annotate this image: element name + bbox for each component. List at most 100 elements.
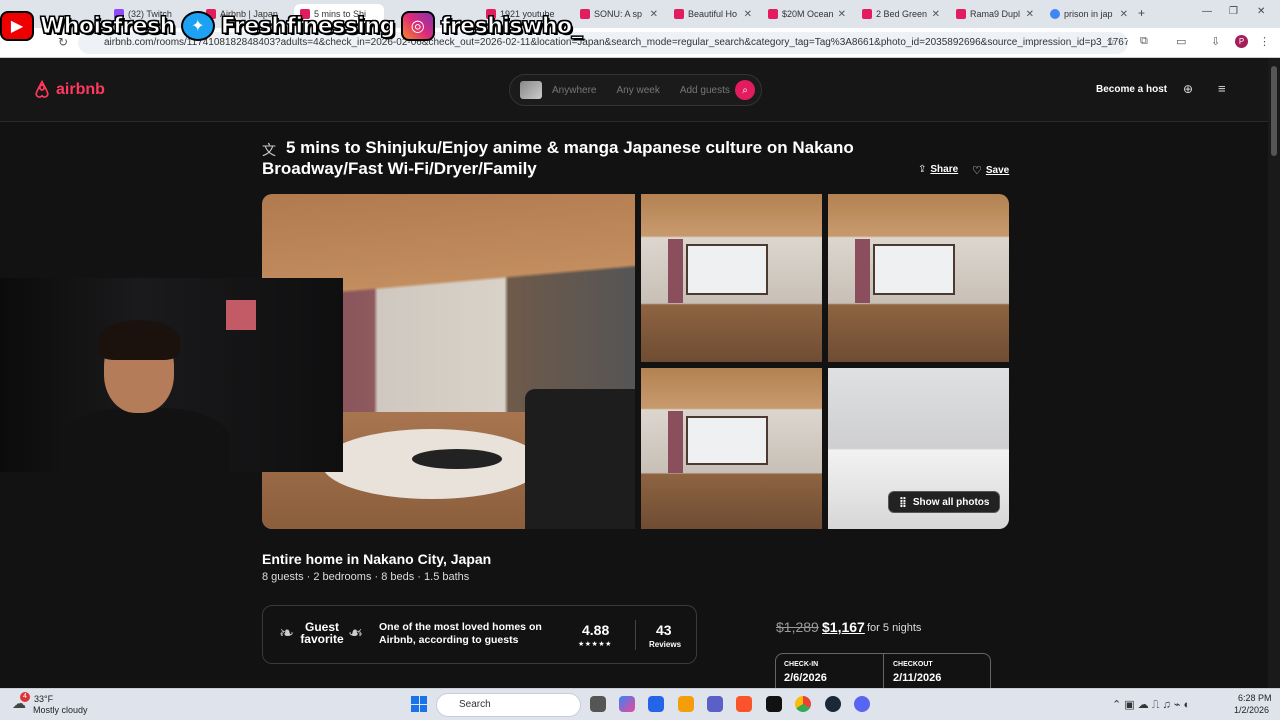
minimize-icon[interactable]: — bbox=[1202, 6, 1212, 17]
listing-photo-2[interactable] bbox=[641, 194, 822, 362]
tab-beautiful-home[interactable]: Beautiful Ho ✕ bbox=[668, 4, 758, 24]
obs-icon[interactable] bbox=[766, 696, 782, 712]
become-host-link[interactable]: Become a host bbox=[1096, 84, 1167, 95]
copilot-icon[interactable] bbox=[619, 696, 635, 712]
search-where[interactable]: Anywhere bbox=[542, 85, 606, 96]
youtube-icon: ▶ bbox=[0, 11, 34, 41]
extensions-icon[interactable]: ⧉ bbox=[1140, 35, 1148, 48]
taskbar-search[interactable]: Search bbox=[436, 693, 581, 717]
search-when[interactable]: Any week bbox=[606, 85, 669, 96]
weather-temp[interactable]: 33°F bbox=[34, 694, 53, 704]
google-favicon-icon bbox=[1050, 9, 1060, 19]
scrollbar-thumb[interactable] bbox=[1271, 66, 1277, 156]
twitter-handle: Freshfinessing bbox=[220, 13, 395, 39]
divider bbox=[635, 620, 636, 650]
tab-prison[interactable]: prison in jap ✕ bbox=[1044, 4, 1134, 24]
checkin-value[interactable]: 2/6/2026 bbox=[784, 672, 827, 684]
file-explorer-icon[interactable] bbox=[678, 696, 694, 712]
webcam-overlay bbox=[0, 278, 343, 472]
tab-rama9[interactable]: Rama9 Dupl ✕ bbox=[950, 4, 1040, 24]
close-tab-icon[interactable]: ✕ bbox=[650, 9, 658, 20]
close-tab-icon[interactable]: ✕ bbox=[744, 9, 752, 20]
airbnb-favicon-icon bbox=[862, 9, 872, 19]
airbnb-logo[interactable]: airbnb bbox=[32, 80, 105, 100]
reviews-label[interactable]: Reviews bbox=[649, 640, 681, 649]
start-button[interactable] bbox=[411, 696, 427, 712]
chrome-icon[interactable] bbox=[795, 696, 811, 712]
weather-desc[interactable]: Mostly cloudy bbox=[33, 705, 88, 715]
twitter-icon: ✦ bbox=[180, 11, 215, 41]
hamburger-menu-icon[interactable]: ≡ bbox=[1218, 81, 1226, 96]
bookmark-star-icon[interactable]: ☆ bbox=[1106, 35, 1116, 48]
save-button[interactable]: ♡ Save bbox=[972, 164, 1009, 177]
clock-date[interactable]: 1/2/2026 bbox=[1234, 705, 1269, 715]
close-tab-icon[interactable]: ✕ bbox=[1026, 9, 1034, 20]
dates-picker[interactable]: CHECK-IN 2/6/2026 CHECKOUT 2/11/2026 bbox=[775, 653, 991, 690]
show-all-photos-button[interactable]: ⣿ Show all photos bbox=[888, 491, 1001, 513]
youtube-handle: Whoisfresh bbox=[40, 13, 176, 39]
guest-favorite-description: One of the most loved homes on Airbnb, a… bbox=[379, 621, 542, 646]
tab-ocean[interactable]: $20M Ocean ✕ bbox=[762, 4, 852, 24]
price-discounted[interactable]: $1,167 bbox=[822, 619, 865, 635]
discord-icon[interactable] bbox=[854, 696, 870, 712]
airbnb-favicon-icon bbox=[768, 9, 778, 19]
listing-summary: 8 guests · 2 bedrooms · 8 beds · 1.5 bat… bbox=[262, 571, 470, 583]
listing-title: 5 mins to Shinjuku/Enjoy anime & manga J… bbox=[262, 138, 854, 178]
cast-icon[interactable]: ▭ bbox=[1176, 35, 1186, 48]
search-thumbnail-icon bbox=[520, 81, 542, 99]
checkout-label: CHECKOUT bbox=[893, 661, 933, 668]
share-button[interactable]: ⇪ Share bbox=[918, 164, 958, 175]
weather-badge: 4 bbox=[20, 692, 30, 702]
airbnb-header: airbnb Anywhere Any week Add guests ⌕ Be… bbox=[0, 58, 1280, 122]
listing-photo-3[interactable] bbox=[828, 194, 1009, 362]
search-icon: ⌕ bbox=[742, 84, 748, 96]
airbnb-favicon-icon bbox=[956, 9, 966, 19]
airbnb-favicon-icon bbox=[674, 9, 684, 19]
restore-icon[interactable]: ❐ bbox=[1229, 6, 1238, 17]
downloads-icon[interactable]: ⇩ bbox=[1211, 35, 1220, 48]
profile-avatar[interactable]: P bbox=[1235, 35, 1248, 48]
heart-icon: ♡ bbox=[972, 165, 982, 177]
rating-value: 4.88 bbox=[582, 622, 610, 638]
checkout-value[interactable]: 2/11/2026 bbox=[893, 672, 941, 684]
tab-sonu[interactable]: SONU: A sp ✕ bbox=[574, 4, 664, 24]
checkin-label: CHECK-IN bbox=[784, 661, 819, 668]
task-view-icon[interactable] bbox=[590, 696, 606, 712]
rating-stars: ★★★★★ bbox=[578, 641, 612, 648]
more-menu-icon[interactable]: ⋮ bbox=[1259, 35, 1270, 48]
instagram-handle: freshiswho_ bbox=[440, 13, 583, 39]
search-who[interactable]: Add guests bbox=[670, 85, 740, 96]
airbnb-logo-icon bbox=[35, 80, 49, 98]
globe-icon[interactable]: ⊕ bbox=[1183, 82, 1193, 96]
close-tab-icon[interactable]: ✕ bbox=[932, 9, 940, 20]
store-icon[interactable] bbox=[648, 696, 664, 712]
price-suffix: for 5 nights bbox=[867, 622, 922, 634]
windows-taskbar: ☁ 4 33°F Mostly cloudy ⌕ Search ⌃ ▣ ☁ ⎍ … bbox=[0, 688, 1280, 720]
instagram-icon: ◎ bbox=[400, 11, 435, 41]
listing-photo-4[interactable] bbox=[641, 368, 822, 529]
social-overlay-banner: ▶ Whoisfresh ✦ Freshfinessing ◎ freshisw… bbox=[0, 6, 583, 46]
grid-icon: ⣿ bbox=[899, 496, 907, 508]
new-tab-icon[interactable]: + bbox=[1138, 6, 1145, 20]
close-window-icon[interactable]: ✕ bbox=[1257, 6, 1265, 17]
clock-time[interactable]: 6:28 PM bbox=[1238, 693, 1272, 703]
teams-icon[interactable] bbox=[707, 696, 723, 712]
search-button[interactable]: ⌕ bbox=[735, 80, 755, 100]
system-tray[interactable]: ⌃ ▣ ☁ ⎍ ♫ ⌁ ◐ bbox=[1112, 698, 1190, 712]
page-scrollbar[interactable] bbox=[1268, 58, 1280, 688]
price-original: $1,289 bbox=[776, 619, 819, 635]
laurel-right-icon: ❧ bbox=[348, 623, 364, 643]
close-tab-icon[interactable]: ✕ bbox=[1120, 9, 1128, 20]
divider bbox=[883, 654, 884, 690]
guest-favorite-card[interactable]: ❧ Guest favorite ❧ One of the most loved… bbox=[262, 605, 697, 664]
reviews-count[interactable]: 43 bbox=[656, 622, 672, 638]
guest-favorite-label: Guest favorite bbox=[300, 620, 344, 646]
steam-icon[interactable] bbox=[825, 696, 841, 712]
listing-type: Entire home in Nakano City, Japan bbox=[262, 551, 492, 567]
share-icon: ⇪ bbox=[918, 164, 927, 175]
laurel-left-icon: ❧ bbox=[279, 623, 295, 643]
close-tab-icon[interactable]: ✕ bbox=[838, 9, 846, 20]
tab-2-bed[interactable]: 2 Bed Green ✕ bbox=[856, 4, 946, 24]
brave-icon[interactable] bbox=[736, 696, 752, 712]
search-bar[interactable]: Anywhere Any week Add guests ⌕ bbox=[509, 74, 762, 106]
